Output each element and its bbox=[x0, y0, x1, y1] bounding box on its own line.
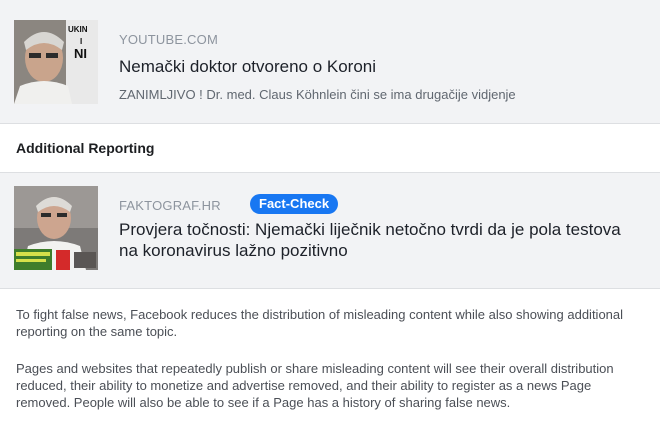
false-news-notice-2: Pages and websites that repeatedly publi… bbox=[16, 361, 614, 410]
original-link-description: ZANIMLJIVO ! Dr. med. Claus Köhnlein čin… bbox=[119, 87, 516, 102]
fact-check-badge: Fact-Check bbox=[250, 194, 339, 214]
fact-check-panel: UKIN I NI YOUTUBE.COM Nemački doktor otv… bbox=[0, 0, 660, 439]
thumbnail-text-2: I bbox=[80, 37, 82, 46]
fact-check-title[interactable]: Provjera točnosti: Njemački liječnik net… bbox=[119, 219, 639, 261]
original-link-domain: YOUTUBE.COM bbox=[119, 32, 218, 47]
additional-reporting-heading: Additional Reporting bbox=[16, 140, 155, 156]
thumbnail-text-1: UKIN bbox=[68, 25, 88, 34]
original-link-title[interactable]: Nemački doktor otvoreno o Koroni bbox=[119, 56, 639, 77]
fact-check-link-preview[interactable]: FAKTOGRAF.HR Fact-Check Provjera točnost… bbox=[0, 172, 660, 289]
fact-check-domain: FAKTOGRAF.HR bbox=[119, 198, 221, 213]
original-link-thumbnail[interactable]: UKIN I NI bbox=[14, 20, 98, 104]
false-news-notice-1: To fight false news, Facebook reduces th… bbox=[16, 307, 624, 339]
thumbnail-text-3: NI bbox=[74, 46, 87, 61]
fact-check-thumbnail[interactable] bbox=[14, 186, 98, 270]
original-link-preview[interactable]: UKIN I NI YOUTUBE.COM Nemački doktor otv… bbox=[0, 0, 660, 124]
